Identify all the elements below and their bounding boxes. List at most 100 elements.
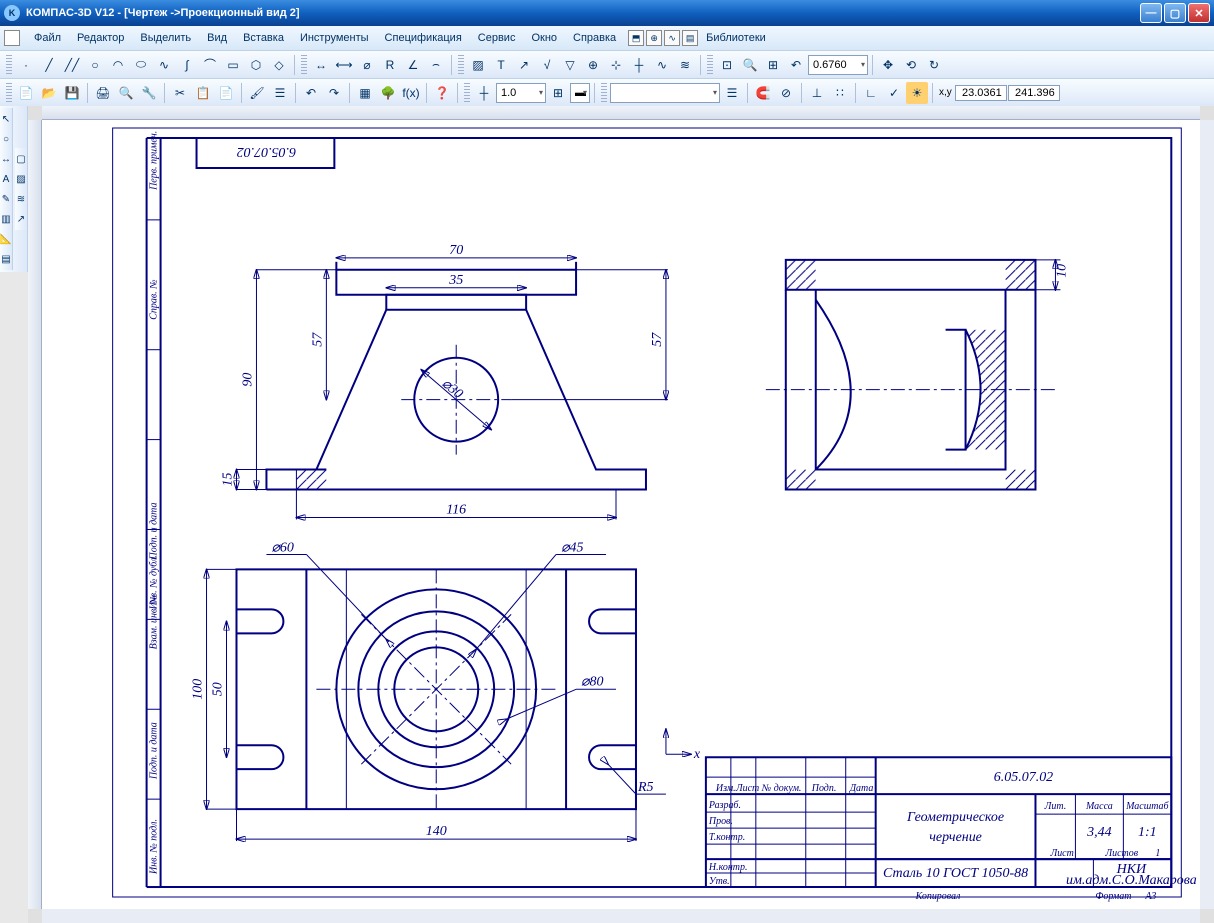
break-view-icon[interactable]: ≋ (15, 190, 27, 208)
point-icon[interactable]: · (15, 54, 37, 76)
save-icon[interactable]: 💾 (61, 82, 83, 104)
dim-auto-icon[interactable]: ⟷ (333, 54, 355, 76)
arc-icon[interactable]: ◠ (107, 54, 129, 76)
axis-icon[interactable]: ┼ (628, 54, 650, 76)
dim-icon[interactable]: ↔ (0, 150, 12, 168)
zoom-in-icon[interactable]: 🔍 (739, 54, 761, 76)
roughness-icon[interactable]: √ (536, 54, 558, 76)
snap-grid-icon[interactable]: ∷ (829, 82, 851, 104)
document-icon[interactable] (4, 30, 20, 46)
print-icon[interactable]: 🖨 (92, 82, 114, 104)
edit-icon[interactable]: ✎ (0, 190, 12, 208)
menu-window[interactable]: Окно (523, 29, 565, 47)
coord-x[interactable]: 23.0361 (955, 85, 1007, 101)
vars-icon[interactable]: f(x) (400, 82, 422, 104)
tree-icon[interactable]: 🌳 (377, 82, 399, 104)
biblio-icon-1[interactable]: ⬒ (628, 30, 644, 46)
grip[interactable] (6, 83, 12, 103)
help-icon[interactable]: ❓ (431, 82, 453, 104)
properties-icon[interactable]: ☰ (269, 82, 291, 104)
paste-icon[interactable]: 📄 (215, 82, 237, 104)
hatch-icon[interactable]: ▨ (467, 54, 489, 76)
zoom-fit-icon[interactable]: ⊡ (716, 54, 738, 76)
circle-icon[interactable]: ○ (84, 54, 106, 76)
ortho-icon[interactable]: ⊥ (806, 82, 828, 104)
layer-mgr-icon[interactable]: ☰ (721, 82, 743, 104)
spec-icon[interactable]: ▤ (0, 250, 12, 268)
open-icon[interactable]: 📂 (38, 82, 60, 104)
undo-icon[interactable]: ↶ (300, 82, 322, 104)
view-icon[interactable]: ▢ (15, 150, 27, 168)
select-icon[interactable]: ↖ (0, 110, 12, 128)
menu-help[interactable]: Справка (565, 29, 624, 47)
param-icon[interactable]: ✓ (883, 82, 905, 104)
dim-radius-icon[interactable]: R (379, 54, 401, 76)
minimize-button[interactable]: — (1140, 3, 1162, 23)
bezier-icon[interactable]: ∫ (176, 54, 198, 76)
biblio-icon-2[interactable]: ⊕ (646, 30, 662, 46)
arrow-view-icon[interactable]: ↗ (15, 210, 27, 228)
polygon-icon[interactable]: ⬡ (245, 54, 267, 76)
menu-libs[interactable]: Библиотеки (698, 29, 774, 47)
menu-file[interactable]: Файл (26, 29, 69, 47)
pan-icon[interactable]: ✥ (877, 54, 899, 76)
ortho-lock-icon[interactable]: ∟ (860, 82, 882, 104)
manager-icon[interactable]: ▦ (354, 82, 376, 104)
center-icon[interactable]: ⊹ (605, 54, 627, 76)
dim-linear-icon[interactable]: ↔ (310, 54, 332, 76)
drawing-canvas[interactable]: Перв. примен. Справ. № Подп. и дата Взам… (42, 120, 1200, 909)
grip[interactable] (301, 55, 307, 75)
zoom-value[interactable]: 0.6760 (808, 55, 868, 75)
zoom-prev-icon[interactable]: ↶ (785, 54, 807, 76)
rect-icon[interactable]: ▭ (222, 54, 244, 76)
meas-icon[interactable]: 📐 (0, 230, 12, 248)
ellipse-icon[interactable]: ⬭ (130, 54, 152, 76)
biblio-icon-3[interactable]: ∿ (664, 30, 680, 46)
wave-icon[interactable]: ∿ (651, 54, 673, 76)
scrollbar-vertical[interactable] (1200, 120, 1214, 909)
dim-angle-icon[interactable]: ∠ (402, 54, 424, 76)
redraw-icon[interactable]: ↻ (923, 54, 945, 76)
zoom-window-icon[interactable]: ⊞ (762, 54, 784, 76)
menu-insert[interactable]: Вставка (235, 29, 292, 47)
dim-arc-icon[interactable]: ⌢ (425, 54, 447, 76)
biblio-icon-4[interactable]: ▤ (682, 30, 698, 46)
snap-magnet-icon[interactable]: 🧲 (752, 82, 774, 104)
dim-diam-icon[interactable]: ⌀ (356, 54, 378, 76)
menu-select[interactable]: Выделить (132, 29, 199, 47)
props-icon[interactable]: 🔧 (138, 82, 160, 104)
menu-spec[interactable]: Спецификация (377, 29, 470, 47)
maximize-button[interactable]: ▢ (1164, 3, 1186, 23)
parallel-line-icon[interactable]: ╱╱ (61, 54, 83, 76)
grip[interactable] (6, 55, 12, 75)
geom-icon[interactable]: ○ (0, 130, 12, 148)
step-icon[interactable]: ┼ (473, 82, 495, 104)
dims-icon[interactable]: ☀ (906, 82, 928, 104)
grip[interactable] (464, 83, 470, 103)
grip[interactable] (707, 55, 713, 75)
base-icon[interactable]: ▽ (559, 54, 581, 76)
break-icon[interactable]: ≋ (674, 54, 696, 76)
snap-off-icon[interactable]: ⊘ (775, 82, 797, 104)
menu-edit[interactable]: Редактор (69, 29, 132, 47)
layer-combo[interactable] (610, 83, 720, 103)
fillet-icon[interactable]: ⌒ (199, 54, 221, 76)
orbit-icon[interactable]: ⟲ (900, 54, 922, 76)
close-button[interactable]: ✕ (1188, 3, 1210, 23)
coord-y[interactable]: 241.396 (1008, 85, 1060, 101)
section-icon[interactable]: ▨ (15, 170, 27, 188)
grid-icon[interactable]: ⊞ (547, 82, 569, 104)
brush-icon[interactable]: 🖌 (246, 82, 268, 104)
style-combo[interactable]: ▬ (570, 83, 590, 103)
leader-icon[interactable]: ↗ (513, 54, 535, 76)
redo-icon[interactable]: ↷ (323, 82, 345, 104)
contour-icon[interactable]: ◇ (268, 54, 290, 76)
text-icon[interactable]: T (490, 54, 512, 76)
menu-view[interactable]: Вид (199, 29, 235, 47)
label-icon[interactable]: A (0, 170, 12, 188)
tolerance-icon[interactable]: ⊕ (582, 54, 604, 76)
spline-icon[interactable]: ∿ (153, 54, 175, 76)
cut-icon[interactable]: ✂ (169, 82, 191, 104)
param2-icon[interactable]: ▥ (0, 210, 12, 228)
menu-service[interactable]: Сервис (470, 29, 524, 47)
